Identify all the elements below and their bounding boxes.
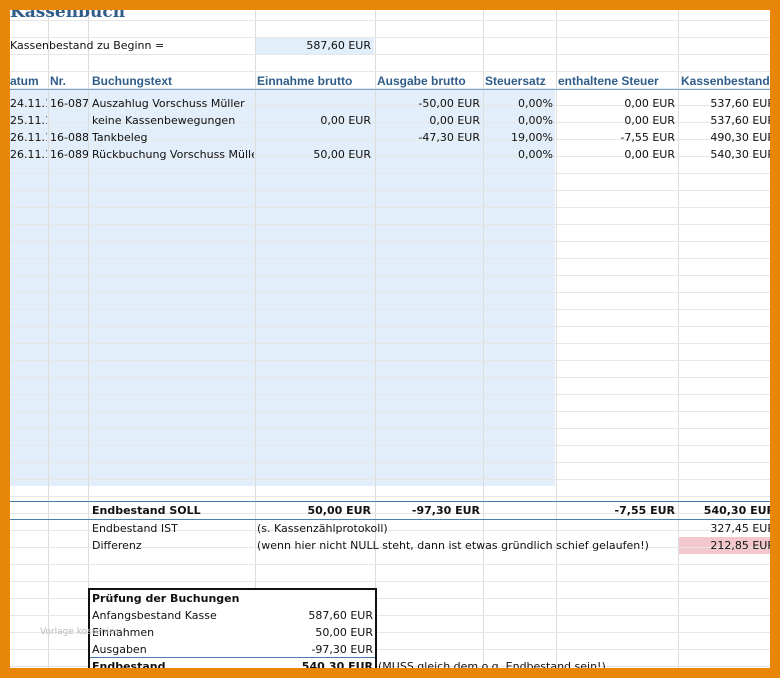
row-gridline — [10, 207, 770, 208]
table-cell-rate[interactable]: 0,00% — [483, 112, 556, 129]
col-header-tax: enthaltene Steuer — [558, 74, 659, 88]
row-gridline — [10, 496, 770, 497]
row-gridline — [10, 173, 770, 174]
table-cell-in[interactable] — [255, 129, 374, 146]
opening-label: Kassenbestand zu Beginn = — [10, 39, 165, 52]
diff-note: (wenn hier nicht NULL steht, dann ist et… — [257, 539, 649, 552]
row-gridline — [10, 292, 770, 293]
check-value-income[interactable]: 50,00 EUR — [255, 624, 376, 641]
row-gridline — [10, 224, 770, 225]
row-gridline — [10, 428, 770, 429]
table-cell-rate[interactable]: 0,00% — [483, 95, 556, 112]
ist-balance[interactable]: 327,45 EUR — [678, 520, 770, 537]
row-gridline — [10, 411, 770, 412]
row-gridline — [10, 275, 770, 276]
col-header-nr: Nr. — [50, 74, 67, 88]
row-gridline — [10, 377, 770, 378]
row-gridline — [10, 326, 770, 327]
row-gridline — [10, 462, 770, 463]
table-cell-tax[interactable]: 0,00 EUR — [556, 112, 678, 129]
table-cell-date[interactable]: 25.11.16 — [10, 112, 47, 129]
table-cell-in[interactable]: 0,00 EUR — [255, 112, 374, 129]
table-cell-out[interactable]: 0,00 EUR — [375, 112, 483, 129]
row-gridline — [10, 71, 770, 72]
diff-label: Differenz — [92, 539, 142, 552]
opening-value[interactable]: 587,60 EUR — [255, 37, 374, 54]
table-cell-rate[interactable]: 0,00% — [483, 146, 556, 163]
table-cell-date[interactable]: 26.11.16 — [10, 146, 47, 163]
table-cell-bal[interactable]: 537,60 EUR — [678, 112, 770, 129]
row-gridline — [10, 479, 770, 480]
row-gridline — [10, 343, 770, 344]
table-cell-tax[interactable]: 0,00 EUR — [556, 146, 678, 163]
soll-income[interactable]: 50,00 EUR — [255, 502, 374, 519]
check-value-expense[interactable]: -97,30 EUR — [255, 641, 376, 658]
table-cell-date[interactable]: 26.11.16 — [10, 129, 47, 146]
row-gridline — [10, 258, 770, 259]
col-header-expense: Ausgabe brutto — [377, 74, 466, 88]
table-cell-nr[interactable]: 16-089 — [50, 146, 88, 163]
soll-label: Endbestand SOLL — [92, 504, 201, 517]
table-cell-text[interactable]: Auszahlug Vorschuss Müller — [92, 95, 254, 112]
check-end-label: Endbestand — [92, 660, 166, 668]
row-gridline — [10, 309, 770, 310]
col-header-tax-rate: Steuersatz — [485, 74, 546, 88]
col-header-date: atum — [10, 74, 39, 88]
row-gridline — [10, 241, 770, 242]
table-cell-nr[interactable]: 16-087 — [50, 95, 88, 112]
diff-balance[interactable]: 212,85 EUR — [678, 537, 770, 554]
table-cell-out[interactable]: -50,00 EUR — [375, 95, 483, 112]
check-end-note: (MUSS gleich dem o.g. Endbestand sein!) — [378, 660, 606, 668]
table-cell-nr[interactable]: 16-088 — [50, 129, 88, 146]
row-gridline — [10, 54, 770, 55]
soll-tax[interactable]: -7,55 EUR — [556, 502, 678, 519]
table-cell-in[interactable]: 50,00 EUR — [255, 146, 374, 163]
column-gridline — [88, 10, 89, 668]
row-gridline — [10, 581, 770, 582]
row-gridline — [10, 445, 770, 446]
ist-note: (s. Kassenzählprotokoll) — [257, 522, 388, 535]
table-cell-tax[interactable]: -7,55 EUR — [556, 129, 678, 146]
table-cell-tax[interactable]: 0,00 EUR — [556, 95, 678, 112]
table-cell-out[interactable]: -47,30 EUR — [375, 129, 483, 146]
row-gridline — [10, 190, 770, 191]
col-header-text: Buchungstext — [92, 74, 173, 88]
row-gridline — [10, 564, 770, 565]
row-gridline — [10, 394, 770, 395]
table-cell-text[interactable]: Rückbuchung Vorschuss Müller — [92, 146, 254, 163]
check-value-start[interactable]: 587,60 EUR — [255, 607, 376, 624]
check-label-start: Anfangsbestand Kasse — [92, 609, 217, 622]
table-cell-nr[interactable] — [50, 112, 88, 129]
soll-expense[interactable]: -97,30 EUR — [375, 502, 483, 519]
spreadsheet: Kassenbuch Kassenbestand zu Beginn = 587… — [10, 10, 770, 668]
table-cell-bal[interactable]: 540,30 EUR — [678, 146, 770, 163]
table-cell-text[interactable]: keine Kassenbewegungen — [92, 112, 254, 129]
header-underline — [10, 89, 770, 90]
table-cell-bal[interactable]: 537,60 EUR — [678, 95, 770, 112]
soll-balance[interactable]: 540,30 EUR — [678, 502, 770, 519]
column-gridline — [48, 10, 49, 668]
sheet-title: Kassenbuch — [10, 10, 126, 22]
watermark: Vorlage kostenlos — [40, 627, 120, 637]
col-header-income: Einnahme brutto — [257, 74, 353, 88]
table-cell-text[interactable]: Tankbeleg — [92, 129, 254, 146]
check-label-expense: Ausgaben — [92, 643, 147, 656]
col-header-balance: Kassenbestand — [681, 74, 770, 88]
row-gridline — [10, 360, 770, 361]
table-cell-in[interactable] — [255, 95, 374, 112]
table-cell-out[interactable] — [375, 146, 483, 163]
check-end-value[interactable]: 540,30 EUR — [255, 658, 376, 668]
table-cell-rate[interactable]: 19,00% — [483, 129, 556, 146]
ist-label: Endbestand IST — [92, 522, 178, 535]
table-cell-date[interactable]: 24.11.16 — [10, 95, 47, 112]
table-cell-bal[interactable]: 490,30 EUR — [678, 129, 770, 146]
check-title: Prüfung der Buchungen — [92, 592, 240, 605]
